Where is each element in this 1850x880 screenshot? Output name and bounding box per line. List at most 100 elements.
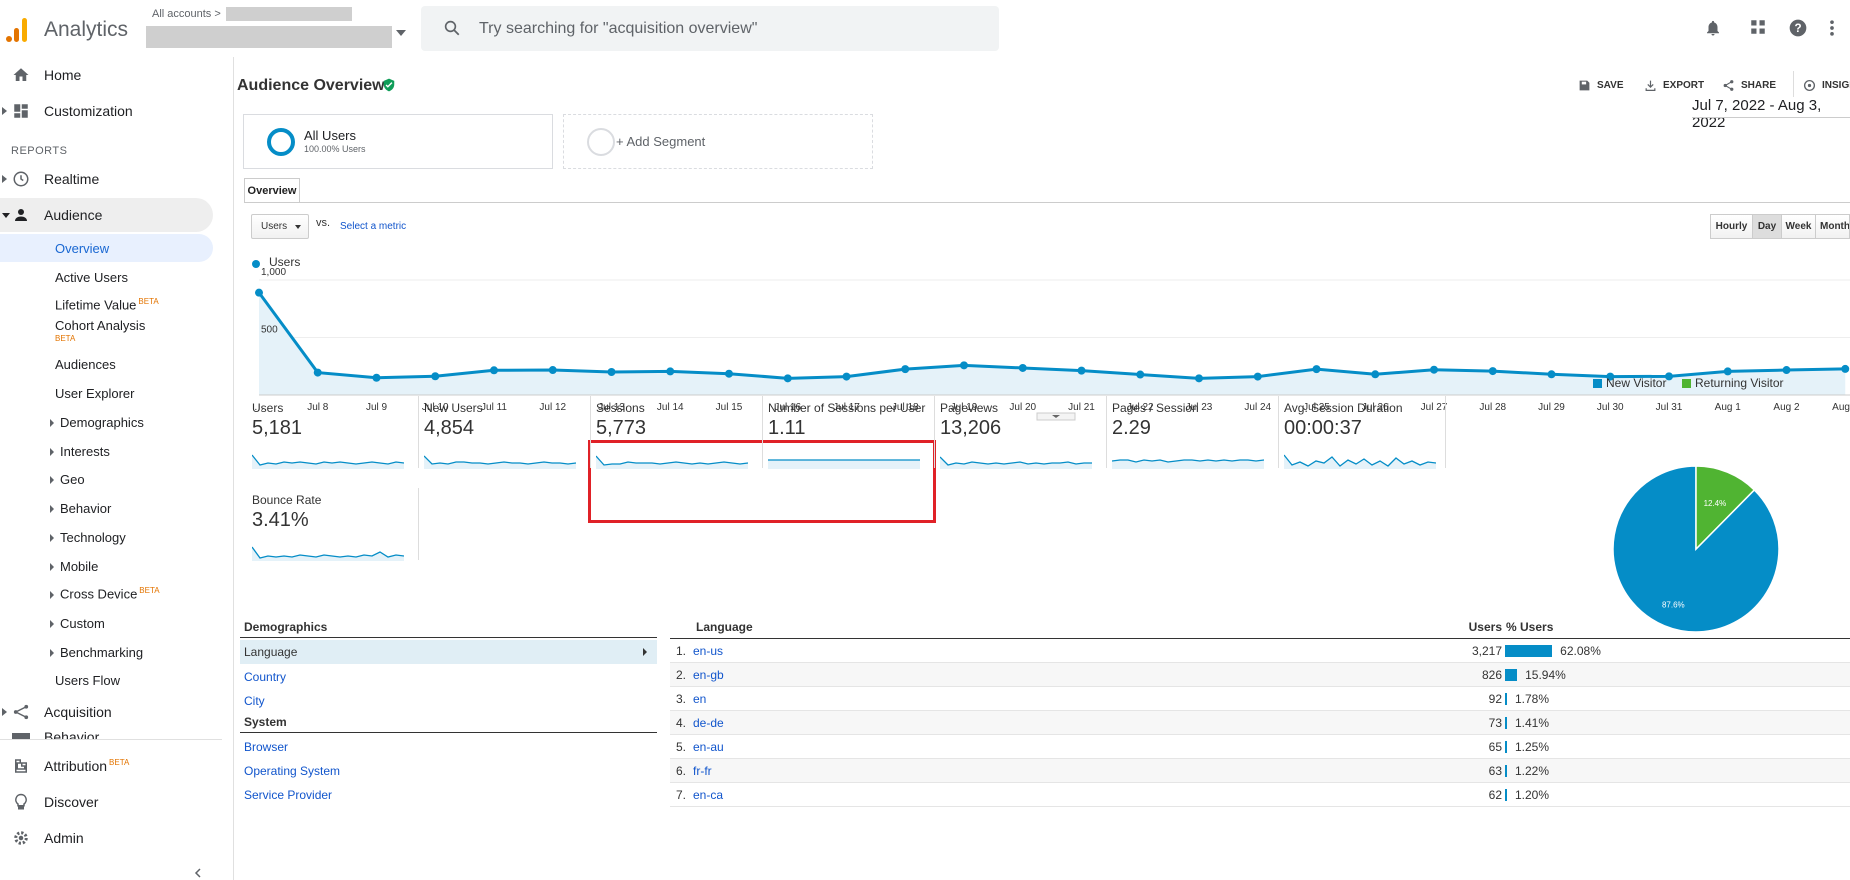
granularity-day[interactable]: Day [1752, 214, 1782, 239]
sidebar-item-geo[interactable]: Geo [0, 465, 213, 493]
sidebar-item-lifetime-value[interactable]: Lifetime Value BETA [0, 291, 213, 319]
data-point[interactable] [1547, 370, 1556, 379]
pie-legend-item[interactable]: Returning Visitor [1682, 376, 1784, 390]
language-link[interactable]: en-gb [693, 668, 724, 682]
language-link[interactable]: en-au [693, 740, 724, 754]
share-button[interactable]: SHARE [1722, 79, 1776, 92]
scorecard-pageviews[interactable]: Pageviews 13,206 [940, 401, 1105, 481]
data-point[interactable] [313, 368, 322, 377]
metric-dropdown[interactable]: Users [251, 214, 309, 239]
demographics-country-link[interactable]: Country [244, 670, 286, 684]
sidebar-item-active-users[interactable]: Active Users [0, 263, 213, 291]
data-point[interactable] [255, 288, 263, 297]
data-point[interactable] [1077, 366, 1086, 375]
sidebar-item-mobile[interactable]: Mobile [0, 552, 213, 580]
language-link[interactable]: en-us [693, 644, 723, 658]
data-point[interactable] [901, 365, 910, 374]
segment-all-users[interactable]: All Users 100.00% Users [243, 114, 553, 169]
system-browser-link[interactable]: Browser [244, 740, 288, 754]
data-point[interactable] [1195, 374, 1203, 383]
more-vert-icon[interactable] [1828, 18, 1836, 38]
collapse-sidebar-icon[interactable] [193, 868, 203, 878]
sidebar-item-cohort-analysis[interactable]: Cohort Analysis BETA [0, 316, 213, 344]
sidebar-item-admin[interactable]: Admin [0, 821, 213, 855]
language-link[interactable]: de-de [693, 716, 724, 730]
sidebar-item-users-flow[interactable]: Users Flow [0, 666, 213, 694]
sidebar-item-home[interactable]: Home [0, 58, 213, 92]
sidebar-item-attribution[interactable]: Attribution BETA [0, 749, 213, 783]
data-point[interactable] [1312, 365, 1321, 374]
data-point[interactable] [783, 374, 792, 383]
scorecard-bounce-rate[interactable]: Bounce Rate 3.41% [252, 493, 417, 573]
data-point[interactable] [1782, 366, 1791, 375]
sidebar-item-behavior-partial[interactable]: Behavior [0, 727, 213, 739]
granularity-week[interactable]: Week [1781, 214, 1816, 239]
language-link[interactable]: fr-fr [693, 764, 712, 778]
data-point[interactable] [960, 361, 968, 370]
search-bar[interactable] [421, 6, 999, 51]
tab-overview[interactable]: Overview [244, 178, 300, 203]
sidebar-item-realtime[interactable]: Realtime [0, 162, 213, 196]
save-button[interactable]: SAVE [1578, 79, 1624, 92]
scorecard-pages-session[interactable]: Pages / Session 2.29 [1112, 401, 1277, 481]
granularity-hourly[interactable]: Hourly [1710, 214, 1753, 239]
data-point[interactable] [490, 366, 498, 375]
data-point[interactable] [1723, 367, 1732, 376]
data-point[interactable] [548, 366, 557, 375]
data-point[interactable] [1430, 365, 1438, 374]
data-point[interactable] [1841, 364, 1850, 373]
data-point[interactable] [1488, 367, 1497, 376]
sidebar-item-audience[interactable]: Audience [0, 198, 213, 232]
data-point[interactable] [1136, 370, 1145, 379]
scorecard-number-of-sessions-per-user[interactable]: Number of Sessions per User 1.11 [768, 401, 933, 481]
sidebar-item-interests[interactable]: Interests [0, 437, 213, 465]
sidebar-item-acquisition[interactable]: Acquisition [0, 695, 213, 729]
data-point[interactable] [842, 372, 851, 381]
bell-icon[interactable] [1704, 18, 1722, 38]
sidebar-item-custom[interactable]: Custom [0, 609, 213, 637]
chevron-down-icon[interactable] [396, 30, 406, 36]
column-header-pct-users[interactable]: % Users [1506, 620, 1553, 634]
data-point[interactable] [725, 369, 733, 378]
data-point[interactable] [666, 367, 675, 376]
data-point[interactable] [372, 373, 381, 382]
sidebar-item-discover[interactable]: Discover [0, 785, 213, 819]
apps-grid-icon[interactable] [1749, 18, 1767, 36]
sidebar-item-audiences[interactable]: Audiences [0, 350, 213, 378]
sidebar-item-technology[interactable]: Technology [0, 523, 213, 551]
date-range-picker[interactable]: Jul 7, 2022 - Aug 3, 2022 [1692, 97, 1850, 131]
data-point[interactable] [1371, 370, 1380, 379]
demographics-city-link[interactable]: City [244, 694, 265, 708]
sidebar-item-benchmarking[interactable]: Benchmarking [0, 638, 213, 666]
scorecard-avg-session-duration[interactable]: Avg. Session Duration 00:00:37 [1284, 401, 1449, 481]
export-button[interactable]: EXPORT [1644, 79, 1704, 92]
data-point[interactable] [607, 368, 616, 376]
help-icon[interactable]: ? [1788, 18, 1808, 38]
scorecard-sessions[interactable]: Sessions 5,773 [596, 401, 761, 481]
account-selector[interactable] [146, 26, 392, 48]
sidebar-item-user-explorer[interactable]: User Explorer [0, 379, 213, 407]
language-link[interactable]: en-ca [693, 788, 723, 802]
sidebar-item-customization[interactable]: Customization [0, 94, 213, 128]
data-point[interactable] [1018, 363, 1027, 372]
system-os-link[interactable]: Operating System [244, 764, 340, 778]
language-link[interactable]: en [693, 692, 706, 706]
pie-legend-item[interactable]: New Visitor [1593, 376, 1666, 390]
add-segment-button[interactable]: + Add Segment [563, 114, 873, 169]
demographics-language-row[interactable]: Language [240, 640, 657, 664]
search-input[interactable] [479, 18, 979, 40]
sidebar-item-behavior[interactable]: Behavior [0, 494, 213, 522]
account-breadcrumb[interactable]: All accounts > [152, 8, 221, 20]
data-point[interactable] [1253, 372, 1262, 381]
sidebar-item-overview[interactable]: Overview [0, 234, 213, 262]
data-point[interactable] [431, 372, 440, 381]
scorecard-new-users[interactable]: New Users 4,854 [424, 401, 589, 481]
scorecard-users[interactable]: Users 5,181 [252, 401, 417, 481]
analytics-logo-icon[interactable] [4, 18, 30, 42]
select-metric-link[interactable]: Select a metric [340, 221, 406, 232]
system-service-provider-link[interactable]: Service Provider [244, 788, 332, 802]
column-header-users[interactable]: Users [1469, 620, 1502, 634]
sidebar-item-cross-device[interactable]: Cross Device BETA [0, 580, 213, 608]
granularity-month[interactable]: Month [1815, 214, 1850, 239]
sidebar-item-demographics[interactable]: Demographics [0, 408, 213, 436]
